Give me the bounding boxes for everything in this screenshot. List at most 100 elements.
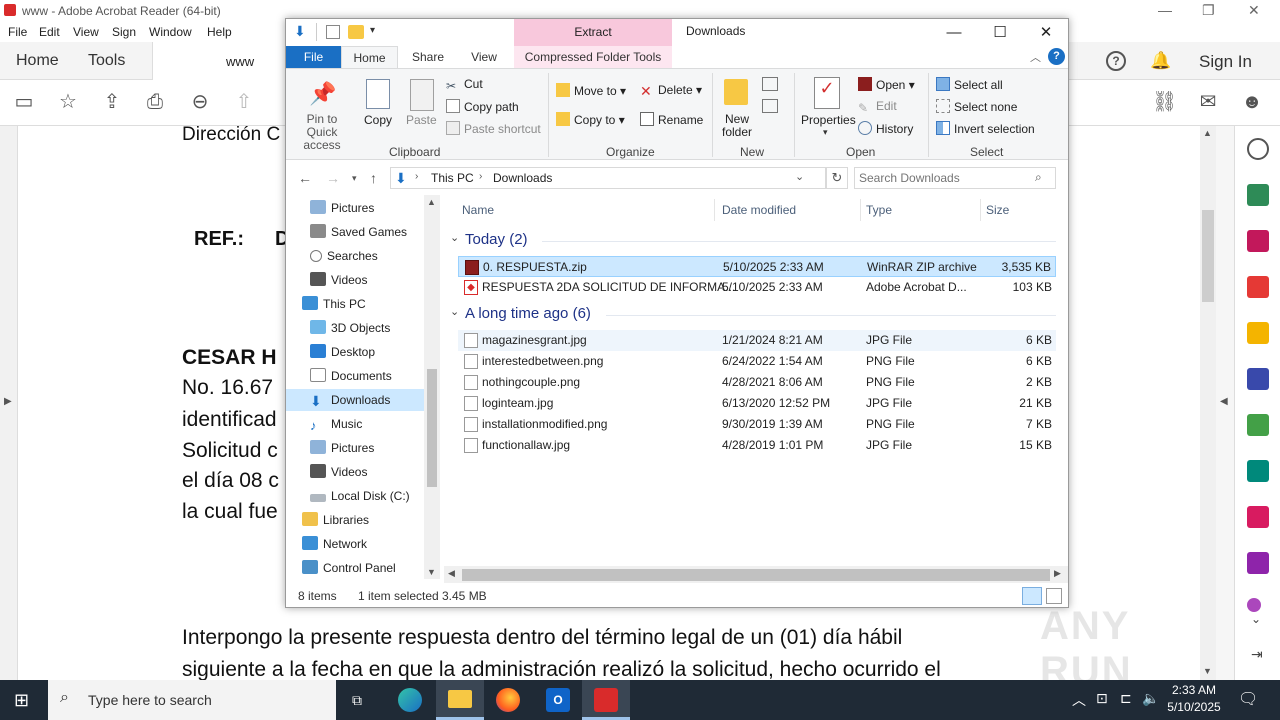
create-pdf-icon[interactable] [1247, 276, 1269, 298]
taskbar-search[interactable]: ⌕ Type here to search [48, 680, 336, 720]
group-header-today[interactable]: Today (2) [465, 231, 528, 248]
edit-button[interactable]: ✎ Edit [858, 99, 897, 115]
upload-icon[interactable]: ⇪ [100, 90, 124, 114]
task-view-button[interactable]: ⧉ [336, 680, 384, 720]
scroll-down-icon[interactable]: ▼ [1203, 666, 1212, 676]
nav-item-network[interactable]: Network [302, 533, 424, 555]
file-row[interactable]: loginteam.jpg 6/13/2020 12:52 PM JPG Fil… [458, 393, 1056, 414]
recent-locations-icon[interactable]: ▾ [352, 173, 357, 184]
search-icon[interactable]: ⌕ [1035, 170, 1042, 185]
left-panel-toggle[interactable]: ▶ [0, 126, 18, 680]
tab-tools[interactable]: Tools [88, 52, 125, 70]
scroll-left-icon[interactable]: ◀ [448, 568, 455, 579]
horizontal-scroll-thumb[interactable] [462, 569, 1050, 581]
nav-item-libraries[interactable]: Libraries [302, 509, 424, 531]
nav-item-videos-2[interactable]: Videos [310, 461, 424, 483]
nav-item-searches[interactable]: Searches [310, 245, 424, 267]
document-scrollbar[interactable]: ▲ ▼ [1200, 126, 1216, 680]
back-arrow-icon[interactable]: ← [298, 170, 312, 186]
taskbar-acrobat[interactable] [582, 680, 630, 720]
nav-scroll-down-icon[interactable]: ▼ [427, 567, 436, 577]
taskbar-edge[interactable] [386, 680, 434, 720]
expand-left-icon[interactable]: ▶ [4, 396, 12, 407]
cut-button[interactable]: ✂ Cut [446, 77, 483, 93]
open-button[interactable]: Open ▾ [858, 77, 915, 92]
scroll-thumb[interactable] [1202, 210, 1214, 302]
nav-item-documents[interactable]: Documents [310, 365, 424, 387]
help-icon[interactable]: ? [1106, 51, 1126, 71]
easy-access-icon[interactable] [762, 99, 778, 113]
close-button[interactable]: ✕ [1023, 19, 1069, 46]
large-icons-view-icon[interactable] [1046, 588, 1062, 604]
paste-button[interactable]: Paste [406, 113, 437, 127]
help-button-icon[interactable]: ? [1048, 48, 1065, 65]
file-row[interactable]: magazinesgrant.jpg 1/21/2024 8:21 AM JPG… [458, 330, 1056, 351]
right-panel-toggle[interactable]: ◀ [1216, 126, 1234, 680]
tab-view[interactable]: View [460, 46, 508, 68]
more-tools-icon[interactable] [1247, 598, 1261, 612]
save-icon[interactable]: ▭ [12, 90, 36, 114]
file-row-respuesta-pdf[interactable]: ◆ RESPUESTA 2DA SOLICITUD DE INFORMA... … [458, 277, 1056, 298]
column-header-type[interactable]: Type [866, 203, 892, 217]
history-button[interactable]: History [858, 121, 913, 136]
up-arrow-icon[interactable]: ↑ [370, 170, 377, 186]
comment-icon[interactable] [1247, 322, 1269, 344]
compress-icon[interactable] [1247, 414, 1269, 436]
combine-files-icon[interactable] [1247, 368, 1269, 390]
menu-help[interactable]: Help [207, 25, 232, 39]
nav-item-videos[interactable]: Videos [310, 269, 424, 291]
group-header-longtime[interactable]: A long time ago (6) [465, 305, 591, 322]
minimize-icon[interactable]: — [1158, 2, 1172, 18]
scroll-right-icon[interactable]: ▶ [1054, 568, 1061, 579]
copy-to-button[interactable]: Copy to ▾ [556, 112, 625, 127]
menu-window[interactable]: Window [149, 25, 192, 39]
move-to-button[interactable]: Move to ▾ [556, 83, 626, 98]
properties-dropdown-icon[interactable]: ▾ [823, 127, 828, 138]
edit-pdf-icon[interactable] [1247, 460, 1269, 482]
menu-view[interactable]: View [73, 25, 99, 39]
close-icon[interactable]: ✕ [1248, 2, 1260, 19]
tray-chevron-icon[interactable]: ︿ [1072, 690, 1086, 710]
column-header-name[interactable]: Name [462, 203, 494, 217]
address-dropdown-icon[interactable]: ⌄ [795, 170, 804, 183]
minimize-button[interactable]: — [931, 19, 977, 46]
nav-item-downloads[interactable]: ⬇ Downloads [286, 389, 424, 411]
document-tab[interactable]: www [152, 42, 292, 81]
qa-dropdown-icon[interactable]: ▾ [370, 25, 375, 36]
nav-item-music[interactable]: ♪ Music [310, 413, 424, 435]
tab-share[interactable]: Share [404, 46, 452, 68]
invert-selection-button[interactable]: Invert selection [936, 121, 1035, 136]
properties-button[interactable]: Properties [801, 113, 856, 127]
organize-pages-icon[interactable] [1247, 230, 1269, 252]
tab-file[interactable]: File [286, 46, 341, 68]
star-icon[interactable]: ☆ [56, 90, 80, 114]
notifications-icon[interactable]: 🗨 [1238, 689, 1258, 709]
search-input[interactable] [859, 170, 1029, 186]
paste-shortcut-button[interactable]: Paste shortcut [446, 121, 541, 136]
file-row-respuesta-zip[interactable]: 0. RESPUESTA.zip 5/10/2025 2:33 AM WinRA… [458, 256, 1056, 277]
export-pdf-icon[interactable] [1247, 184, 1269, 206]
group-collapse-icon[interactable]: ⌄ [450, 231, 459, 244]
chevron-down-icon[interactable]: ⌄ [1251, 612, 1261, 626]
nav-item-3d-objects[interactable]: 3D Objects [310, 317, 424, 339]
ribbon-collapse-icon[interactable]: ︿ [1030, 49, 1041, 65]
nav-item-local-disk[interactable]: Local Disk (C:) [310, 485, 424, 507]
folder-qa-icon[interactable] [348, 25, 364, 39]
breadcrumb-this-pc[interactable]: This PC [431, 171, 474, 185]
nav-item-saved-games[interactable]: Saved Games [310, 221, 424, 243]
tray-device-icon[interactable]: ⊡ [1096, 690, 1108, 707]
group-collapse-icon[interactable]: ⌄ [450, 305, 459, 318]
nav-item-pictures[interactable]: Pictures [310, 197, 424, 219]
link-icon[interactable]: ⛓ [1152, 90, 1177, 114]
volume-icon[interactable]: 🔈 [1142, 690, 1159, 707]
menu-sign[interactable]: Sign [112, 25, 136, 39]
new-folder-button[interactable]: New folder [720, 113, 754, 139]
forward-arrow-icon[interactable]: → [326, 170, 340, 186]
bell-icon[interactable]: 🔔 [1150, 51, 1171, 71]
print-icon[interactable]: ⎙ [143, 90, 167, 114]
nav-item-this-pc[interactable]: This PC [302, 293, 424, 315]
delete-button[interactable]: ✕ Delete ▾ [640, 83, 702, 99]
sign-in-button[interactable]: Sign In [1199, 52, 1252, 72]
zoom-icon[interactable]: ⊖ [188, 90, 212, 114]
nav-item-desktop[interactable]: Desktop [310, 341, 424, 363]
